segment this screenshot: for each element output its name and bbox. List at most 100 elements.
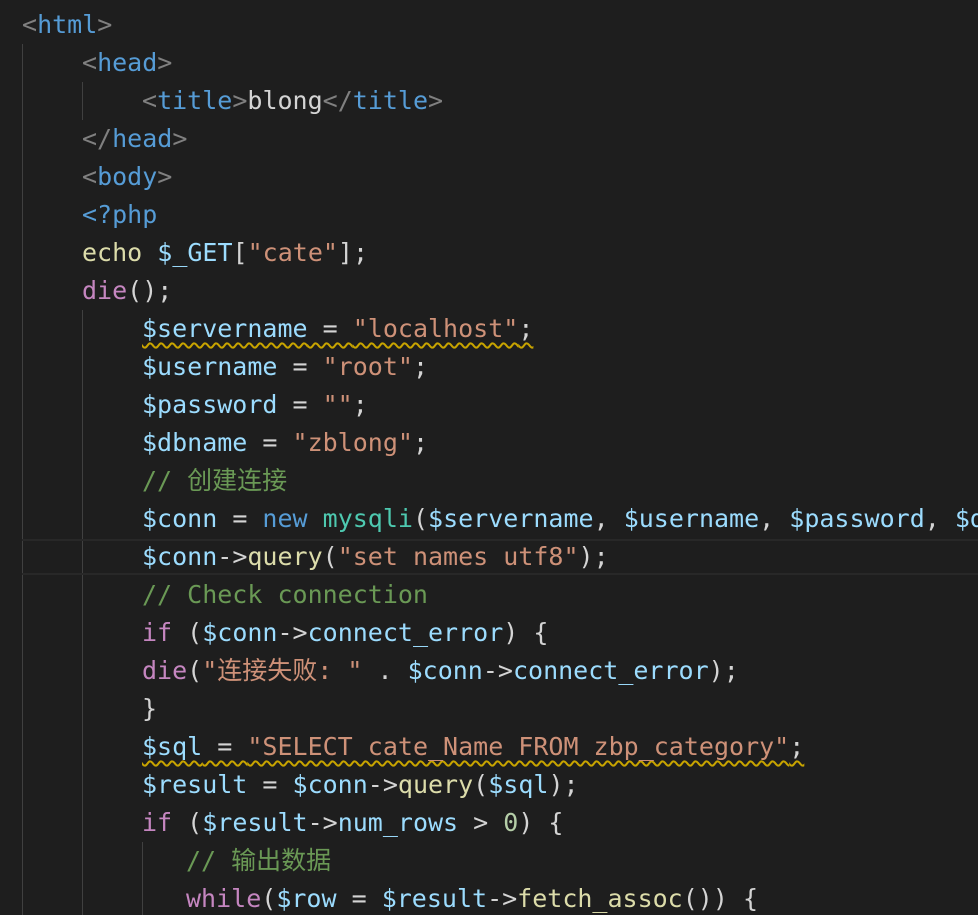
code-token: ) { [503, 618, 549, 647]
code-token: echo [82, 238, 143, 267]
code-token: -> [482, 656, 513, 685]
code-token: $servername [428, 504, 594, 533]
code-line-content: if ($result->num_rows > 0) { [142, 804, 563, 842]
code-token: ()) { [682, 884, 759, 913]
code-token: $sql [488, 770, 549, 799]
code-token: $conn [142, 504, 218, 533]
code-token: $_GET [157, 238, 233, 267]
code-token: blong [247, 86, 323, 115]
code-line-content: </head> [82, 120, 187, 158]
code-line-content: die(); [82, 272, 172, 310]
code-token: $password [142, 390, 278, 419]
code-line-content: echo $_GET["cate"]; [82, 234, 368, 272]
code-token: "" [322, 390, 353, 419]
code-token: ) { [518, 808, 564, 837]
code-line[interactable]: <head> [0, 44, 978, 82]
code-line[interactable]: die(); [0, 272, 978, 310]
code-token: ( [412, 504, 429, 533]
code-token: } [142, 694, 158, 723]
code-line-content: $servername = "localhost"; [142, 310, 533, 348]
code-line[interactable]: // 创建连接 [0, 462, 978, 500]
code-token: < [142, 86, 158, 115]
code-token: ( [187, 656, 203, 685]
code-line[interactable]: <title>blong</title> [0, 82, 978, 120]
code-token: head [97, 48, 158, 77]
code-line-content: while($row = $result->fetch_assoc()) { [186, 880, 758, 915]
code-line[interactable]: </head> [0, 120, 978, 158]
code-token: = [247, 770, 293, 799]
code-line[interactable]: $sql = "SELECT cate_Name FROM zbp_catego… [0, 728, 978, 766]
warning-squiggle[interactable]: $servername = "localhost"; [142, 314, 533, 343]
code-token: <?php [82, 200, 158, 229]
code-token: connect_error [512, 656, 709, 685]
code-token: $conn [292, 770, 368, 799]
code-line[interactable]: $result = $conn->query($sql); [0, 766, 978, 804]
code-token: $sql [142, 732, 203, 761]
code-line[interactable]: while($row = $result->fetch_assoc()) { [0, 880, 978, 915]
code-token: ); [548, 770, 579, 799]
code-token: $conn [202, 618, 278, 647]
code-token: if [142, 618, 173, 647]
code-line[interactable]: $servername = "localhost"; [0, 310, 978, 348]
code-line-content: $conn->query("set names utf8"); [142, 538, 609, 576]
code-line-content: // 创建连接 [142, 462, 287, 500]
code-line[interactable]: <?php [0, 196, 978, 234]
code-line-content: <html> [22, 6, 112, 44]
code-line[interactable]: $dbname = "zblong"; [0, 424, 978, 462]
code-line[interactable]: <body> [0, 158, 978, 196]
code-token: </ [322, 86, 353, 115]
code-token: < [82, 162, 98, 191]
code-token: ; [412, 428, 428, 457]
code-token: = [247, 428, 293, 457]
code-line[interactable]: die("连接失败: " . $conn->connect_error); [0, 652, 978, 690]
code-line-content: } [142, 690, 157, 728]
code-token: title [352, 86, 429, 115]
warning-squiggle[interactable]: $sql = "SELECT cate_Name FROM zbp_catego… [142, 732, 804, 761]
code-line[interactable]: <html> [0, 6, 978, 44]
code-line-content: // Check connection [142, 576, 428, 614]
code-token: query [397, 770, 474, 799]
code-line[interactable]: $password = ""; [0, 386, 978, 424]
code-token: ( [473, 770, 489, 799]
code-token: num_rows [337, 808, 459, 837]
code-token: $password [789, 504, 925, 533]
code-token: while [186, 884, 262, 913]
code-token: -> [367, 770, 398, 799]
code-token: ; [412, 352, 428, 381]
code-token: $conn [407, 656, 483, 685]
code-line[interactable]: // Check connection [0, 576, 978, 614]
code-line-content: if ($conn->connect_error) { [142, 614, 548, 652]
code-token: 0 [503, 808, 519, 837]
code-line[interactable]: echo $_GET["cate"]; [0, 234, 978, 272]
code-token: > [428, 86, 444, 115]
code-line[interactable]: // 输出数据 [0, 842, 978, 880]
code-token: title [157, 86, 233, 115]
code-token: $dbname [142, 428, 248, 457]
code-token: "SELECT cate_Name FROM zbp_category" [247, 732, 790, 761]
code-token: html [37, 10, 98, 39]
code-token: </ [82, 124, 113, 153]
code-token: if [142, 808, 173, 837]
code-line[interactable]: $conn = new mysqli($servername, $usernam… [0, 500, 978, 538]
code-line-content: <head> [82, 44, 172, 82]
code-line[interactable]: $username = "root"; [0, 348, 978, 386]
code-editor[interactable]: ⁻ ⁻ <html><head><title>blong</title></he… [0, 0, 978, 915]
code-token: ( [322, 542, 338, 571]
code-token: < [22, 10, 38, 39]
code-line[interactable]: if ($conn->connect_error) { [0, 614, 978, 652]
code-line[interactable]: $conn->query("set names utf8"); [0, 538, 978, 576]
code-token: connect_error [307, 618, 504, 647]
code-token: die [82, 276, 128, 305]
code-token: $result [381, 884, 488, 913]
code-token: . [362, 656, 408, 685]
code-line[interactable]: } [0, 690, 978, 728]
code-token: > [157, 48, 173, 77]
code-token: $d [954, 504, 978, 533]
code-token: query [247, 542, 323, 571]
code-token: , [593, 504, 624, 533]
code-token: > [172, 124, 188, 153]
code-token: (); [127, 276, 173, 305]
code-token: = [202, 732, 248, 761]
code-line[interactable]: if ($result->num_rows > 0) { [0, 804, 978, 842]
